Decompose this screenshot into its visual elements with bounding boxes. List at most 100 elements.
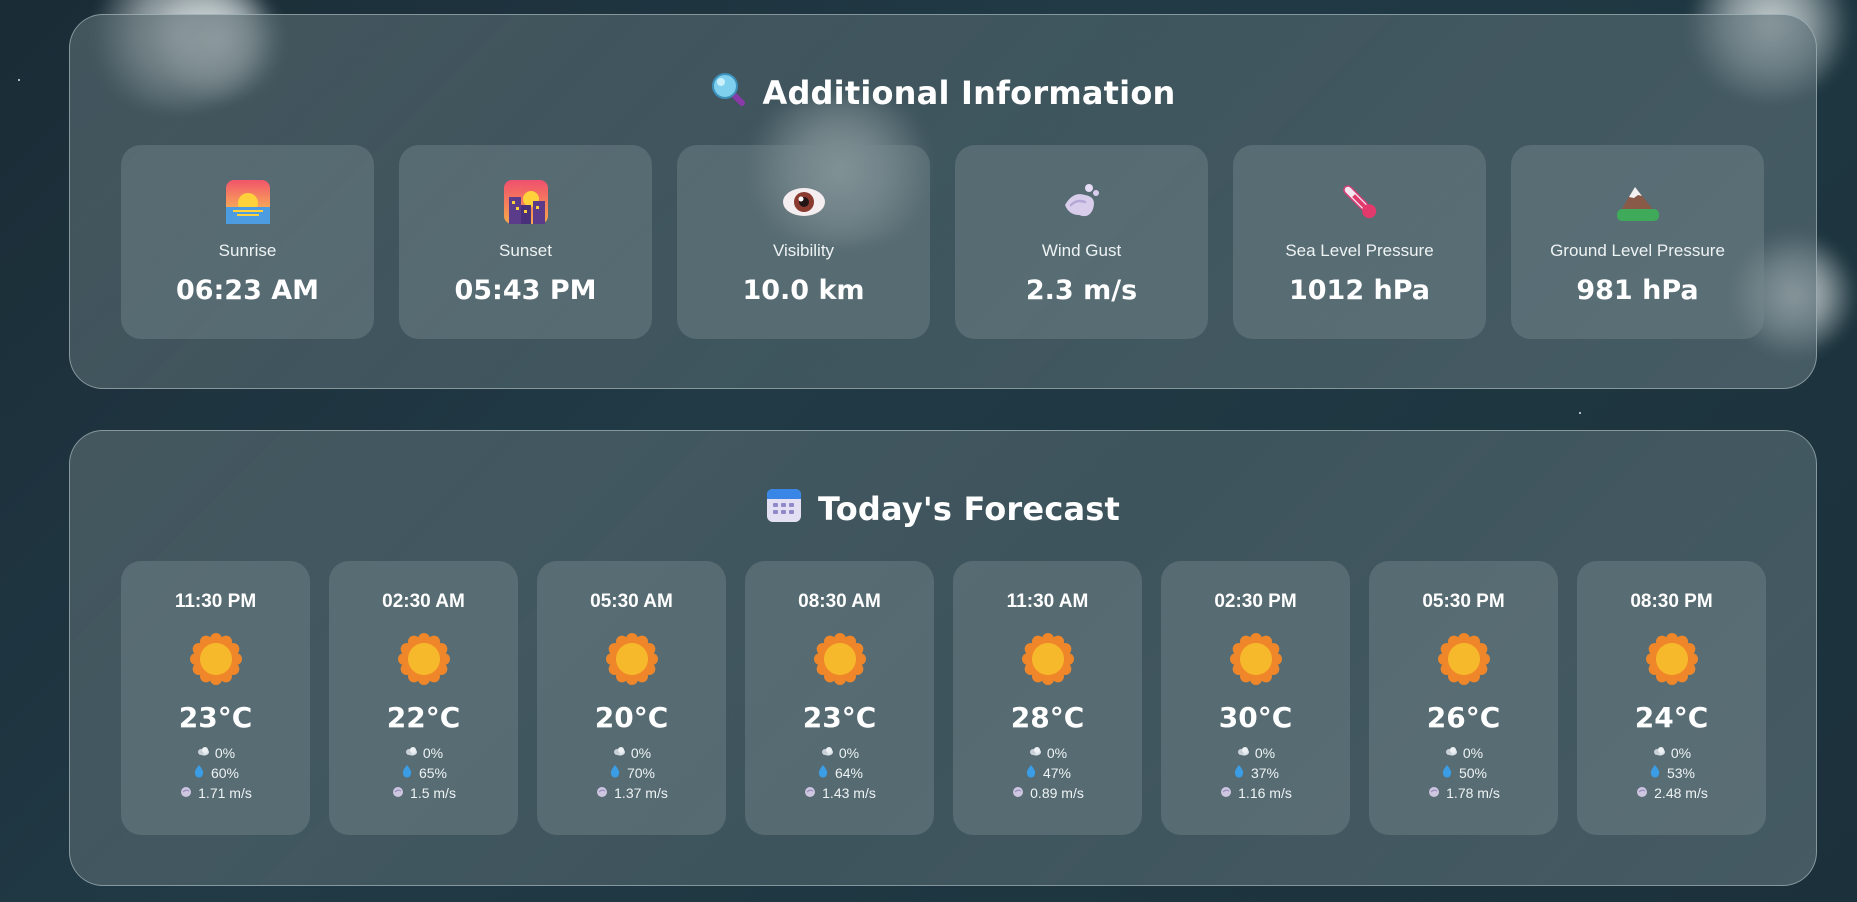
- sun-icon: [397, 633, 450, 685]
- forecast-temperature: 30°C: [1218, 701, 1293, 734]
- thermometer-icon: [1337, 179, 1383, 225]
- forecast-time: 05:30 AM: [590, 591, 673, 612]
- info-value: 1012 hPa: [1288, 275, 1431, 306]
- cloud-icon: [612, 744, 626, 761]
- forecast-card: 11:30 PM 23°C 0% 60% 1.71 m/s: [121, 561, 310, 835]
- wind-speed-value: 1.5 m/s: [410, 784, 456, 801]
- wind-speed-value: 1.71 m/s: [198, 784, 252, 801]
- cloud-cover-value: 0%: [630, 744, 652, 761]
- info-label: Ground Level Pressure: [1550, 241, 1725, 260]
- forecast-stats: 0% 50% 1.78 m/s: [1427, 744, 1500, 801]
- forecast-card: 08:30 PM 24°C 0% 53% 2.48 m/s: [1577, 561, 1766, 835]
- forecast-temperature: 23°C: [178, 701, 253, 734]
- info-value: 06:23 AM: [175, 275, 320, 306]
- forecast-stats: 0% 64% 1.43 m/s: [803, 744, 876, 801]
- droplet-icon: [1440, 764, 1454, 781]
- wind-speed-stat: 1.43 m/s: [803, 784, 876, 801]
- info-value: 981 hPa: [1576, 275, 1699, 306]
- forecast-stats: 0% 37% 1.16 m/s: [1219, 744, 1292, 801]
- sun-icon: [605, 633, 658, 685]
- forecast-stats: 0% 70% 1.37 m/s: [595, 744, 668, 801]
- cloud-cover-stat: 0%: [1236, 744, 1275, 761]
- info-card-ground-level-pressure: Ground Level Pressure 981 hPa: [1511, 145, 1764, 339]
- cloud-icon: [1028, 744, 1042, 761]
- wind-speed-value: 1.78 m/s: [1446, 784, 1500, 801]
- sun-icon: [1229, 633, 1282, 685]
- forecast-time: 11:30 AM: [1006, 591, 1089, 612]
- humidity-stat: 65%: [400, 764, 447, 781]
- cloud-icon: [196, 744, 210, 761]
- info-card-sea-level-pressure: Sea Level Pressure 1012 hPa: [1233, 145, 1486, 339]
- forecast-stats: 0% 47% 0.89 m/s: [1011, 744, 1084, 801]
- additional-info-panel: Additional Information Sunrise 06:23 AM: [69, 14, 1817, 389]
- cloud-cover-value: 0%: [1254, 744, 1276, 761]
- cloud-icon: [1444, 744, 1458, 761]
- forecast-time: 02:30 PM: [1214, 591, 1297, 612]
- humidity-value: 64%: [834, 764, 863, 781]
- wind-speed-stat: 1.37 m/s: [595, 784, 668, 801]
- sunrise-icon: [225, 179, 271, 225]
- cloud-icon: [1652, 744, 1666, 761]
- star-decoration: [1579, 412, 1581, 414]
- humidity-value: 70%: [626, 764, 655, 781]
- wind-icon: [1011, 784, 1025, 801]
- info-value: 05:43 PM: [454, 275, 597, 306]
- info-label: Sea Level Pressure: [1285, 241, 1434, 260]
- wind-speed-stat: 1.71 m/s: [179, 784, 252, 801]
- magnifier-icon: [710, 71, 746, 115]
- droplet-icon: [1648, 764, 1662, 781]
- forecast-card: 05:30 AM 20°C 0% 70% 1.37 m/s: [537, 561, 726, 835]
- cloud-icon: [1236, 744, 1250, 761]
- info-card-sunset: Sunset 05:43 PM: [399, 145, 652, 339]
- cloud-cover-value: 0%: [422, 744, 444, 761]
- sun-icon: [1645, 633, 1698, 685]
- droplet-icon: [1024, 764, 1038, 781]
- humidity-value: 60%: [210, 764, 239, 781]
- sun-icon: [189, 633, 242, 685]
- humidity-stat: 37%: [1232, 764, 1279, 781]
- forecast-card-grid: 11:30 PM 23°C 0% 60% 1.71 m/s 02:30 AM 22°C 0% 6…: [121, 561, 1766, 835]
- mountain-icon: [1615, 179, 1661, 225]
- wind-speed-stat: 1.16 m/s: [1219, 784, 1292, 801]
- wind-icon: [803, 784, 817, 801]
- cloud-cover-stat: 0%: [1652, 744, 1691, 761]
- cloud-cover-value: 0%: [214, 744, 236, 761]
- humidity-stat: 60%: [192, 764, 239, 781]
- humidity-stat: 70%: [608, 764, 655, 781]
- info-card-grid: Sunrise 06:23 AM Sunset 05:43 PM Visibil…: [121, 145, 1764, 339]
- forecast-title: Today's Forecast: [817, 490, 1121, 528]
- info-label: Wind Gust: [1041, 241, 1122, 260]
- additional-info-title: Additional Information: [762, 74, 1176, 112]
- humidity-value: 37%: [1250, 764, 1279, 781]
- wind-speed-value: 0.89 m/s: [1030, 784, 1084, 801]
- wind-speed-value: 1.16 m/s: [1238, 784, 1292, 801]
- cloud-cover-stat: 0%: [1028, 744, 1067, 761]
- droplet-icon: [1232, 764, 1246, 781]
- info-card-visibility: Visibility 10.0 km: [677, 145, 930, 339]
- humidity-stat: 53%: [1648, 764, 1695, 781]
- forecast-stats: 0% 53% 2.48 m/s: [1635, 744, 1708, 801]
- sun-icon: [1021, 633, 1074, 685]
- cloud-cover-value: 0%: [1670, 744, 1692, 761]
- humidity-value: 47%: [1042, 764, 1071, 781]
- cloud-cover-stat: 0%: [196, 744, 235, 761]
- cloud-cover-value: 0%: [1462, 744, 1484, 761]
- forecast-card: 02:30 PM 30°C 0% 37% 1.16 m/s: [1161, 561, 1350, 835]
- sunset-icon: [503, 179, 549, 225]
- wind-speed-value: 1.43 m/s: [822, 784, 876, 801]
- forecast-temperature: 20°C: [594, 701, 669, 734]
- cloud-cover-stat: 0%: [612, 744, 651, 761]
- cloud-cover-stat: 0%: [820, 744, 859, 761]
- wind-speed-stat: 1.78 m/s: [1427, 784, 1500, 801]
- humidity-value: 65%: [418, 764, 448, 781]
- cloud-cover-stat: 0%: [404, 744, 443, 761]
- forecast-stats: 0% 60% 1.71 m/s: [179, 744, 252, 801]
- wind-speed-value: 1.37 m/s: [614, 784, 668, 801]
- sun-icon: [1437, 633, 1490, 685]
- humidity-value: 50%: [1458, 764, 1487, 781]
- forecast-time: 02:30 AM: [382, 591, 465, 612]
- info-value: 10.0 km: [742, 275, 865, 306]
- info-label: Visibility: [772, 241, 835, 260]
- wind-icon: [391, 784, 405, 801]
- droplet-icon: [192, 764, 206, 781]
